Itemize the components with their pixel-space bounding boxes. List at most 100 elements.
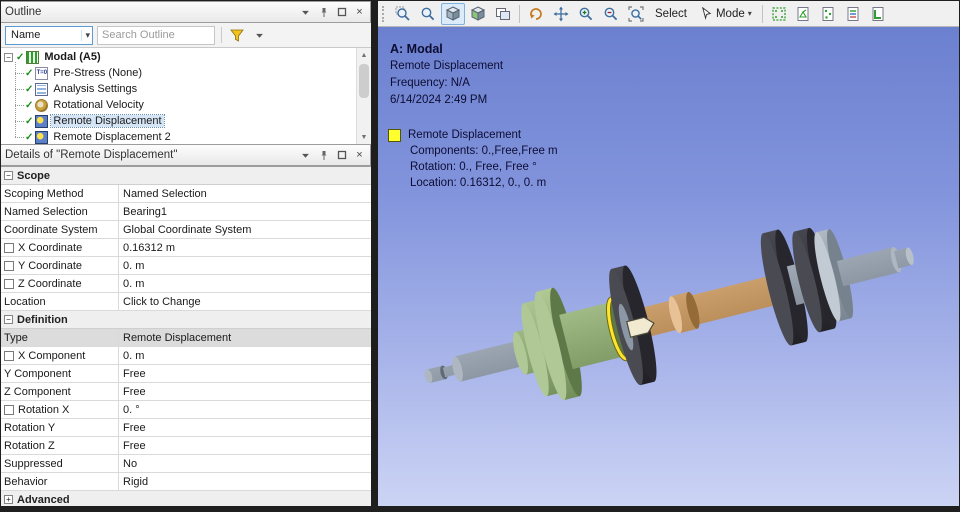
close-icon[interactable]: × — [353, 6, 366, 19]
toolbar-separator — [221, 27, 222, 43]
property-value[interactable]: Global Coordinate System — [119, 221, 371, 238]
tree-item-rotational-velocity[interactable]: ✓ Rotational Velocity — [11, 97, 371, 113]
tree-item-remote-displacement[interactable]: ✓ Remote Displacement — [11, 113, 371, 129]
details-section-scope[interactable]: − Scope — [1, 167, 371, 185]
property-value[interactable]: 0. m — [119, 257, 371, 274]
property-value[interactable]: 0.16312 m — [119, 239, 371, 256]
annotation-line: A: Modal — [390, 42, 443, 56]
tree-item-analysis-settings[interactable]: ✓ Analysis Settings — [11, 81, 371, 97]
look-at-face-icon[interactable] — [466, 3, 490, 25]
property-value[interactable]: Free — [119, 419, 371, 436]
panel-splitter[interactable] — [371, 1, 378, 506]
details-row-behavior[interactable]: Behavior Rigid — [1, 473, 371, 491]
parameter-checkbox[interactable] — [4, 350, 14, 361]
mode-button[interactable]: Mode ▾ — [694, 3, 758, 25]
tree-item-pre-stress-none[interactable]: ✓ Pre-Stress (None) — [11, 65, 371, 81]
check-icon: ✓ — [25, 131, 34, 143]
annotation-line: 6/14/2024 2:49 PM — [390, 94, 488, 106]
details-title: Details of "Remote Displacement" — [5, 149, 178, 161]
filter-funnel-icon[interactable] — [228, 26, 246, 44]
property-value[interactable]: Remote Displacement — [119, 329, 371, 346]
details-row-coordinate-system[interactable]: Coordinate System Global Coordinate Syste… — [1, 221, 371, 239]
legend-line: Rotation: 0., Free, Free ° — [410, 161, 537, 173]
parameter-checkbox[interactable] — [4, 278, 14, 289]
property-label: Z Coordinate — [18, 277, 82, 290]
details-row-rotation-z[interactable]: Rotation Z Free — [1, 437, 371, 455]
edge-coloring-icon[interactable] — [842, 3, 866, 25]
details-row-y-component[interactable]: Y Component Free — [1, 365, 371, 383]
details-row-x-component[interactable]: X Component 0. m — [1, 347, 371, 365]
parameter-checkbox[interactable] — [4, 404, 14, 415]
tree-item-label: Remote Displacement — [50, 114, 165, 128]
zoom-icon[interactable] — [416, 3, 440, 25]
selection-filter-grid-icon[interactable] — [767, 3, 791, 25]
details-row-z-coordinate[interactable]: Z Coordinate 0. m — [1, 275, 371, 293]
property-value[interactable]: 0. ° — [119, 401, 371, 418]
tree-item-modal-a5[interactable]: − ✓ Modal (A5) — [4, 49, 371, 65]
property-value[interactable]: Free — [119, 437, 371, 454]
collapse-icon[interactable]: − — [4, 315, 13, 324]
zoom-in-icon[interactable] — [574, 3, 598, 25]
property-value[interactable]: Free — [119, 383, 371, 400]
name-filter-dropdown[interactable]: Name ▾ — [5, 25, 93, 45]
details-row-rotation-y[interactable]: Rotation Y Free — [1, 419, 371, 437]
wireframe-icon[interactable] — [792, 3, 816, 25]
zoom-fit-icon[interactable] — [624, 3, 648, 25]
tree-scrollbar[interactable]: ▲ ▼ — [356, 48, 371, 144]
parameter-checkbox[interactable] — [4, 260, 14, 271]
details-section-advanced[interactable]: + Advanced — [1, 491, 371, 506]
details-row-x-coordinate[interactable]: X Coordinate 0.16312 m — [1, 239, 371, 257]
details-row-y-coordinate[interactable]: Y Coordinate 0. m — [1, 257, 371, 275]
property-value[interactable]: Rigid — [119, 473, 371, 490]
property-value[interactable]: 0. m — [119, 347, 371, 364]
scroll-up-icon[interactable]: ▲ — [357, 48, 371, 62]
isometric-view-icon[interactable] — [441, 2, 465, 25]
details-row-rotation-x[interactable]: Rotation X 0. ° — [1, 401, 371, 419]
pan-icon[interactable] — [549, 3, 573, 25]
close-icon[interactable]: × — [353, 149, 366, 162]
scrollbar-track[interactable] — [357, 62, 371, 130]
zoom-out-icon[interactable] — [599, 3, 623, 25]
property-value[interactable]: No — [119, 455, 371, 472]
box-zoom-icon[interactable] — [391, 3, 415, 25]
search-input[interactable] — [97, 25, 215, 45]
collapse-icon[interactable]: − — [4, 171, 13, 180]
details-row-scoping-method[interactable]: Scoping Method Named Selection — [1, 185, 371, 203]
details-row-location[interactable]: Location Click to Change — [1, 293, 371, 311]
details-row-named-selection[interactable]: Named Selection Bearing1 — [1, 203, 371, 221]
pin-icon[interactable] — [317, 149, 330, 162]
parameter-checkbox[interactable] — [4, 242, 14, 253]
maximize-icon[interactable] — [335, 149, 348, 162]
property-label: Location — [4, 295, 46, 308]
thick-edges-icon[interactable] — [867, 3, 891, 25]
details-row-type[interactable]: Type Remote Displacement — [1, 329, 371, 347]
maximize-icon[interactable] — [335, 6, 348, 19]
details-row-z-component[interactable]: Z Component Free — [1, 383, 371, 401]
annotation-line: Remote Displacement — [390, 60, 504, 72]
pin-icon[interactable] — [317, 6, 330, 19]
pane-menu-chevron-icon[interactable] — [299, 149, 312, 162]
collapse-icon[interactable]: − — [4, 52, 13, 62]
expand-icon[interactable]: + — [4, 495, 13, 504]
details-section-definition[interactable]: − Definition — [1, 311, 371, 329]
toolbar-grip[interactable] — [382, 5, 387, 22]
viewports-icon[interactable] — [491, 3, 515, 25]
property-value[interactable]: Click to Change — [119, 293, 371, 310]
rotate-icon[interactable] — [524, 3, 548, 25]
pane-menu-chevron-icon[interactable] — [299, 6, 312, 19]
property-value[interactable]: Free — [119, 365, 371, 382]
property-value[interactable]: Named Selection — [119, 185, 371, 202]
scroll-down-icon[interactable]: ▼ — [357, 130, 371, 144]
filter-chevron-icon[interactable] — [250, 26, 268, 44]
property-value[interactable]: 0. m — [119, 275, 371, 292]
select-button[interactable]: Select — [649, 3, 693, 25]
tree-item-remote-displacement-2[interactable]: ✓ Remote Displacement 2 — [11, 129, 371, 144]
property-label: Y Coordinate — [18, 259, 83, 272]
property-value[interactable]: Bearing1 — [119, 203, 371, 220]
viewport-3d[interactable]: A: Modal Remote Displacement Frequency: … — [378, 27, 959, 506]
outline-pane-header: Outline × — [1, 1, 371, 23]
show-vertices-icon[interactable] — [817, 3, 841, 25]
scrollbar-thumb[interactable] — [359, 64, 369, 98]
check-icon: ✓ — [25, 99, 34, 111]
details-row-suppressed[interactable]: Suppressed No — [1, 455, 371, 473]
